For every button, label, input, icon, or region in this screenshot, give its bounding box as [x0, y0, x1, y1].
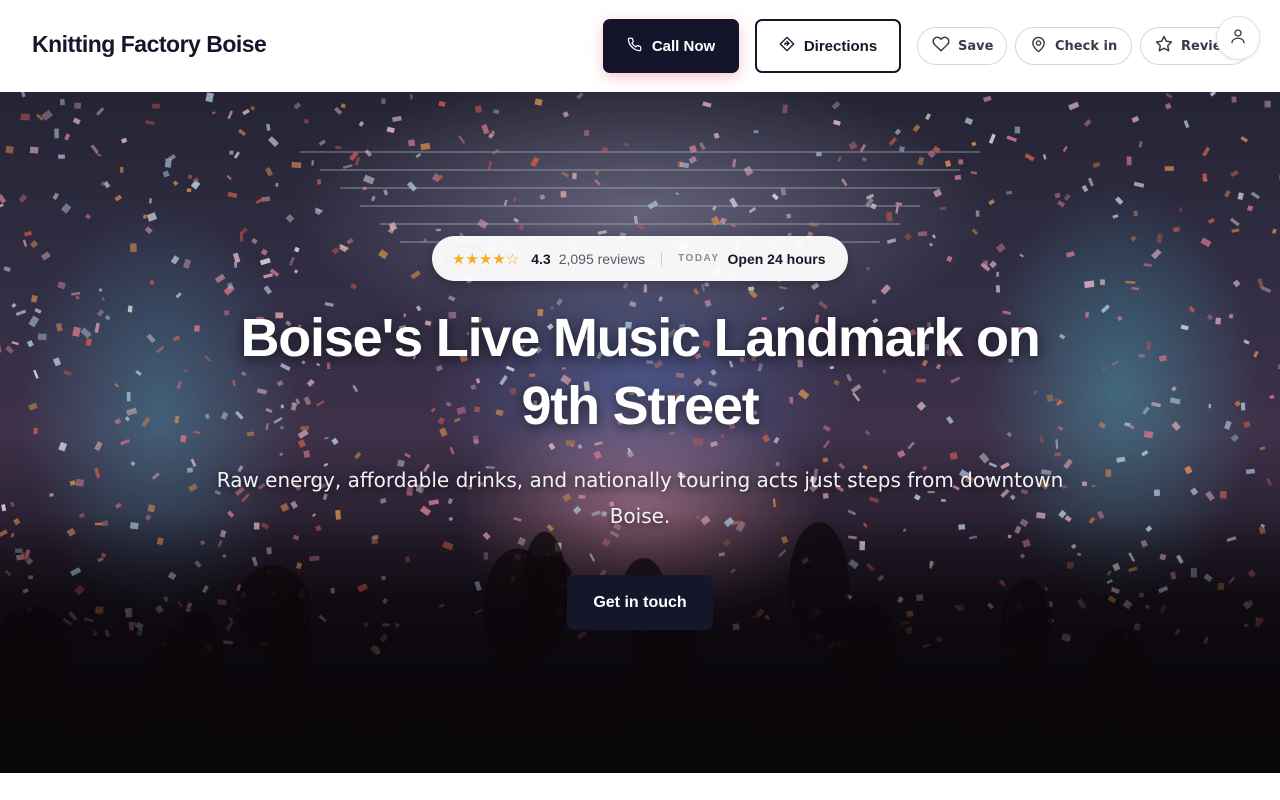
call-now-button[interactable]: Call Now	[603, 19, 739, 73]
get-in-touch-button[interactable]: Get in touch	[567, 575, 713, 630]
rating-summary: ★★★★☆ 4.3 2,095 reviews TODAY Open 24 ho…	[432, 236, 848, 281]
rating-score: 4.3	[531, 250, 551, 267]
opening-hours: Open 24 hours	[727, 250, 826, 267]
hero-subheadline: Raw energy, affordable drinks, and natio…	[216, 468, 1064, 528]
star-rating: ★★★★☆	[452, 249, 520, 268]
directions-icon	[779, 36, 795, 56]
save-label: Save	[958, 38, 994, 54]
top-navigation: Knitting Factory Boise Call Now Directio…	[0, 0, 1280, 92]
account-button[interactable]	[1216, 16, 1260, 60]
map-pin-icon	[1030, 36, 1047, 57]
hero-section: ★★★★☆ 4.3 2,095 reviews TODAY Open 24 ho…	[0, 92, 1280, 773]
call-now-label: Call Now	[651, 37, 716, 55]
user-icon	[1229, 27, 1247, 50]
check-in-label: Check in	[1055, 38, 1118, 54]
save-button[interactable]: Save	[917, 27, 1007, 65]
hero-headline: Boise's Live Music Landmark on 9th Stree…	[240, 308, 1040, 436]
divider	[661, 251, 663, 266]
review-count[interactable]: 2,095 reviews	[559, 251, 645, 267]
today-label: TODAY	[678, 253, 720, 264]
directions-button[interactable]: Directions	[755, 19, 901, 73]
phone-icon	[627, 37, 642, 56]
check-in-button[interactable]: Check in	[1015, 27, 1132, 65]
heart-icon	[932, 35, 950, 57]
directions-label: Directions	[803, 37, 878, 55]
brand-title[interactable]: Knitting Factory Boise	[32, 31, 267, 58]
star-icon	[1155, 35, 1173, 57]
